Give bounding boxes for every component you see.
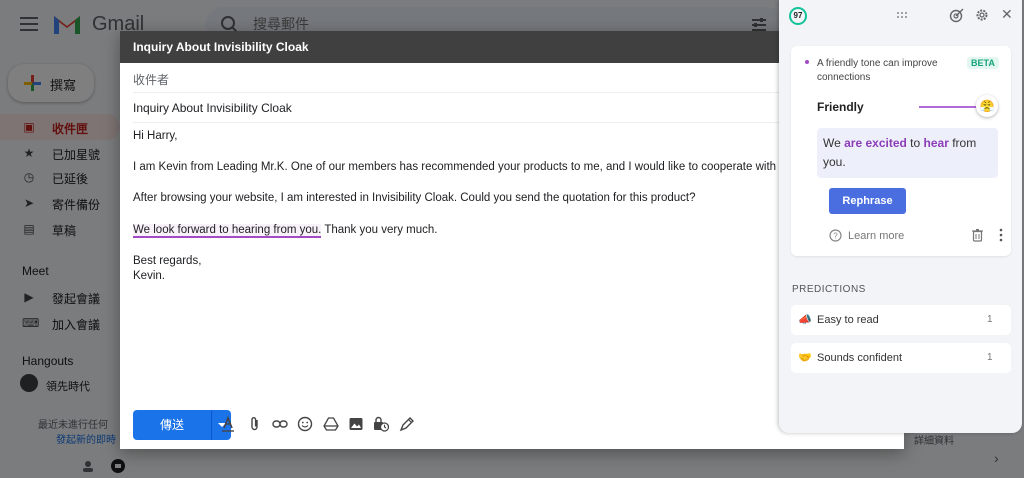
- predictions-title: PREDICTIONS: [792, 284, 866, 295]
- trash-icon[interactable]: [971, 228, 984, 242]
- suggestion-text: We: [823, 136, 845, 150]
- svg-text:?: ?: [833, 232, 838, 241]
- body-signature[interactable]: Kevin.: [133, 270, 165, 282]
- drive-icon[interactable]: [323, 416, 339, 432]
- help-icon[interactable]: ?: [829, 229, 842, 242]
- tone-label: Friendly: [817, 100, 864, 114]
- handshake-icon: 🤝: [798, 352, 812, 364]
- rephrase-button[interactable]: Rephrase: [829, 188, 906, 214]
- more-options-icon[interactable]: [999, 228, 1003, 242]
- gear-icon[interactable]: [975, 8, 989, 22]
- grammarly-highlighted-sentence[interactable]: We look forward to hearing from you.: [133, 224, 322, 238]
- suggestion-inserted-text: are excited: [844, 136, 907, 150]
- signature-pen-icon[interactable]: [399, 416, 415, 432]
- photo-icon[interactable]: [348, 416, 364, 432]
- tone-suggestion-card: A friendly tone can improve connections …: [791, 46, 1011, 256]
- drag-handle-icon[interactable]: [896, 10, 908, 20]
- attachment-icon[interactable]: [247, 416, 263, 432]
- suggestion-bullet: [805, 60, 809, 64]
- close-icon[interactable]: ✕: [1001, 6, 1013, 23]
- send-button[interactable]: 傳送: [133, 410, 211, 440]
- suggestion-inserted-text: hear: [923, 136, 949, 150]
- body-paragraph-3-rest: Thank you very much.: [321, 224, 438, 236]
- tone-hint: A friendly tone can improve connections: [817, 58, 938, 83]
- prediction-label: Sounds confident: [817, 352, 903, 364]
- grammarly-score[interactable]: 97: [789, 7, 807, 25]
- text-format-icon[interactable]: [220, 416, 236, 432]
- confidential-mode-icon[interactable]: [373, 416, 389, 432]
- prediction-item[interactable]: 🤝 Sounds confident 1: [791, 343, 1011, 373]
- compose-title: Inquiry About Invisibility Cloak: [133, 40, 309, 54]
- prediction-count: 1: [987, 314, 993, 325]
- subject-value: Inquiry About Invisibility Cloak: [133, 101, 292, 115]
- beta-badge: BETA: [967, 57, 999, 69]
- prediction-label: Easy to read: [817, 314, 879, 326]
- body-paragraph-2[interactable]: After browsing your website, I am intere…: [133, 192, 696, 204]
- body-greeting[interactable]: Hi Harry,: [133, 130, 178, 142]
- tone-meter: [919, 106, 979, 108]
- megaphone-icon: 📣: [798, 314, 812, 326]
- body-closing[interactable]: Best regards,: [133, 255, 201, 267]
- learn-more-link[interactable]: Learn more: [848, 230, 904, 242]
- goals-target-icon[interactable]: [949, 7, 965, 23]
- link-icon[interactable]: [272, 416, 288, 432]
- prediction-count: 1: [987, 352, 993, 363]
- recipients-placeholder: 收件者: [133, 73, 170, 87]
- body-paragraph-3[interactable]: We look forward to hearing from you. Tha…: [133, 224, 438, 238]
- grammarly-panel: 97 ✕ A friendly tone can improve connect…: [779, 0, 1022, 433]
- prediction-item[interactable]: 📣 Easy to read 1: [791, 305, 1011, 335]
- suggestion-text: to: [906, 136, 924, 150]
- emoji-icon[interactable]: [297, 416, 313, 432]
- body-paragraph-1[interactable]: I am Kevin from Leading Mr.K. One of our…: [133, 161, 801, 173]
- tone-emoji-icon: 😤: [976, 95, 998, 117]
- rephrase-suggestion[interactable]: We are excited to hear from you.: [817, 128, 998, 178]
